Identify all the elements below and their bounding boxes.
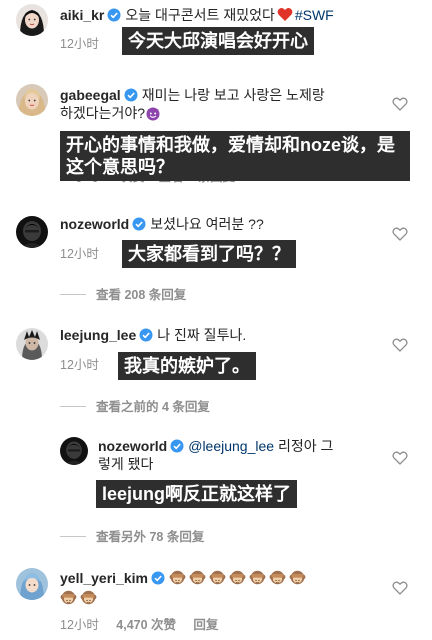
avatar-yell-yeri-kim[interactable]: [16, 568, 48, 600]
divider-dash: [60, 294, 86, 295]
avatar-gabeegal[interactable]: [16, 84, 48, 116]
comment-text-cont: 하겠다는거야?: [60, 105, 146, 121]
comment-line: aiki_kr 오늘 대구콘서트 재밌었다 #SWF: [60, 6, 334, 24]
see-no-evil-monkey-emoji: [169, 569, 186, 586]
red-heart-emoji: [277, 7, 293, 22]
divider-dash: [60, 406, 86, 407]
username-gabeegal[interactable]: gabeegal: [60, 87, 121, 103]
see-no-evil-monkey-emoji: [80, 589, 97, 606]
comment-text-cont: 렇게 됐다: [98, 456, 154, 472]
see-no-evil-monkey-emoji: [209, 569, 226, 586]
view-replies-link[interactable]: 查看之前的 4 条回复: [96, 400, 210, 414]
heart-outline-icon[interactable]: [392, 580, 408, 596]
heart-outline-icon[interactable]: [392, 337, 408, 353]
reply-button[interactable]: 回复: [193, 618, 218, 632]
hashtag-link[interactable]: #SWF: [295, 7, 334, 23]
comment-time: 12小时: [60, 358, 99, 372]
comment-text: 리정아 그: [274, 438, 334, 454]
view-replies-link[interactable]: 查看另外 78 条回复: [96, 530, 204, 544]
translation-caption: 大家都看到了吗？？: [122, 240, 296, 268]
comment-time: 12小时: [60, 618, 99, 632]
see-no-evil-monkey-emoji: [249, 569, 266, 586]
username-leejung-lee[interactable]: leejung_lee: [60, 327, 136, 343]
verified-badge-icon: [132, 217, 146, 231]
avatar-leejung-lee[interactable]: [16, 328, 48, 360]
monkey-emoji-row: [60, 590, 100, 606]
see-no-evil-monkey-emoji: [229, 569, 246, 586]
comment-text: 나 진짜 질투나.: [157, 327, 247, 343]
view-replies-row[interactable]: 查看之前的 4 条回复: [60, 396, 210, 415]
comment-line-2: 하겠다는거야?: [60, 104, 161, 122]
heart-outline-icon[interactable]: [392, 450, 408, 466]
verified-badge-icon: [151, 571, 165, 585]
username-aiki-kr[interactable]: aiki_kr: [60, 7, 104, 23]
devil-emoji-icon: [145, 105, 161, 121]
mention-link[interactable]: @leejung_lee: [188, 438, 274, 454]
comment-text: 보셨나요 여러분 ??: [150, 216, 264, 232]
translation-caption: leejung啊反正就这样了: [96, 480, 298, 508]
avatar-nozeworld[interactable]: [16, 216, 48, 248]
divider-dash: [60, 536, 86, 537]
comment-line: leejung_lee 나 진짜 질투나.: [60, 326, 246, 344]
see-no-evil-monkey-emoji: [189, 569, 206, 586]
view-replies-row[interactable]: 查看另外 78 条回复: [60, 526, 204, 545]
comment-line: nozeworld 보셨나요 여러분 ??: [60, 215, 264, 233]
comment-line-2: 렇게 됐다: [98, 455, 153, 473]
comment-time: 12小时: [60, 37, 99, 51]
username-yell-yeri-kim[interactable]: yell_yeri_kim: [60, 570, 148, 586]
translation-caption: 开心的事情和我做，爱情却和noze谈，是这个意思吗？: [60, 131, 410, 181]
comment-line: nozeworld @leejung_lee 리정아 그: [98, 437, 333, 455]
monkey-emoji-row: [169, 570, 309, 586]
heart-outline-icon[interactable]: [392, 226, 408, 242]
comment-meta: 12小时 4,470 次赞 回复: [60, 614, 218, 633]
verified-badge-icon: [139, 328, 153, 342]
translation-caption: 今天大邱演唱会好开心: [122, 27, 314, 55]
verified-badge-icon: [107, 8, 121, 22]
see-no-evil-monkey-emoji: [289, 569, 306, 586]
like-count[interactable]: 4,470 次赞: [116, 618, 176, 632]
comment-time: 12小时: [60, 247, 99, 261]
username-nozeworld[interactable]: nozeworld: [98, 438, 167, 454]
translation-caption: 我真的嫉妒了。: [118, 352, 256, 380]
view-replies-row[interactable]: 查看 208 条回复: [60, 284, 186, 303]
view-replies-link[interactable]: 查看 208 条回复: [96, 288, 186, 302]
heart-outline-icon[interactable]: [392, 96, 408, 112]
see-no-evil-monkey-emoji: [269, 569, 286, 586]
comment-line-2: [60, 589, 100, 607]
comment-line: yell_yeri_kim: [60, 569, 309, 587]
verified-badge-icon: [124, 88, 138, 102]
avatar-nozeworld[interactable]: [60, 437, 88, 465]
username-nozeworld[interactable]: nozeworld: [60, 216, 129, 232]
avatar-aiki-kr[interactable]: [16, 4, 48, 36]
verified-badge-icon: [170, 439, 184, 453]
comment-text: 재미는 나랑 보고 사랑은 노제랑: [141, 87, 325, 103]
see-no-evil-monkey-emoji: [60, 589, 77, 606]
comment-line: gabeegal 재미는 나랑 보고 사랑은 노제랑: [60, 86, 325, 104]
comment-text: 오늘 대구콘서트 재밌었다: [125, 7, 275, 23]
